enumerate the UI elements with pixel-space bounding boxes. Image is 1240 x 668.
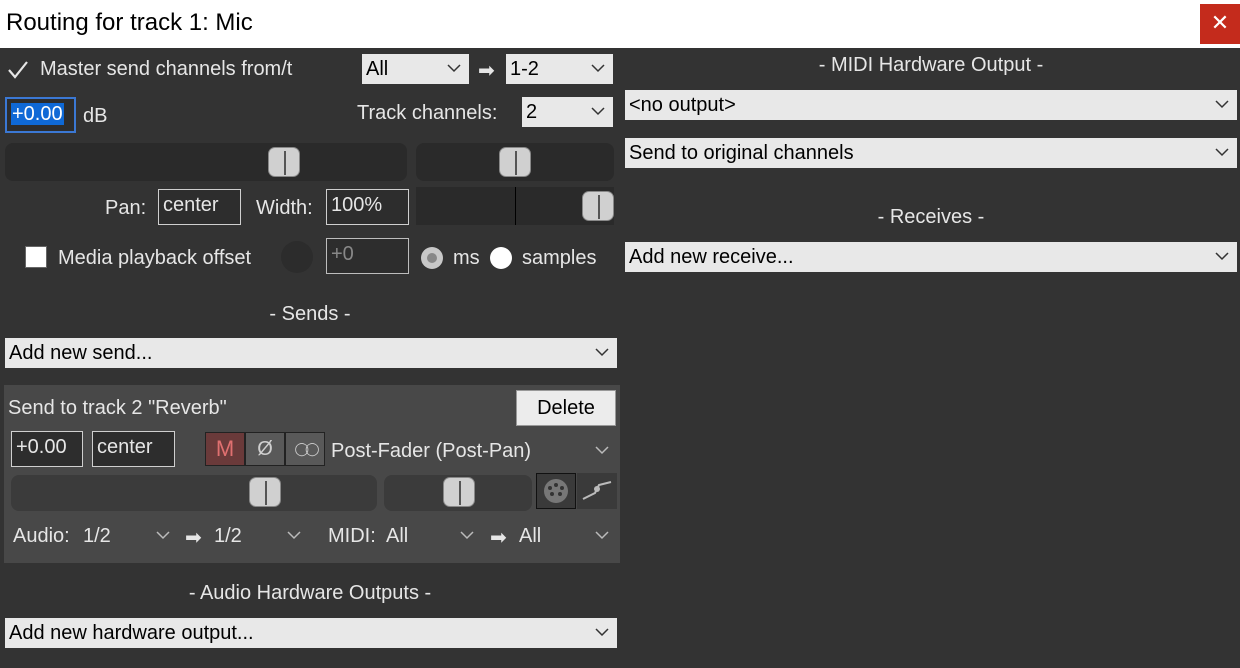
send-midi-dst-select[interactable]: All [519,521,617,551]
media-offset-checkbox[interactable] [25,246,47,268]
send-pan-field[interactable]: center [92,431,175,467]
samples-label: samples [522,247,597,269]
chevron-down-icon [460,531,474,540]
window-title: Routing for track 1: Mic [6,9,253,36]
chevron-down-icon [156,531,170,540]
envelope-button[interactable] [577,473,617,509]
midi-output-value: <no output> [629,94,736,116]
send-audio-src-value: 1/2 [83,525,111,547]
chevron-down-icon [1215,252,1229,261]
width-slider-thumb[interactable] [582,191,614,221]
track-channels-value: 2 [526,101,538,123]
chevron-down-icon [595,531,609,540]
ms-label: ms [453,247,480,269]
midi-port-button[interactable] [536,473,576,509]
midi-channels-value: Send to original channels [629,142,854,164]
offset-knob-icon[interactable] [281,241,313,273]
pan-label: Pan: [105,197,147,219]
media-offset-label: Media playback offset [58,247,252,269]
envelope-icon [582,481,612,500]
send-midi-label: MIDI: [328,525,376,547]
master-to-value: 1-2 [510,58,539,80]
master-from-select[interactable]: All [362,54,469,84]
chevron-down-icon [1215,148,1229,157]
send-midi-src-select[interactable]: All [386,521,482,551]
volume-slider-track[interactable] [5,143,407,181]
add-receive-select[interactable]: Add new receive... [625,242,1237,272]
receives-header: - Receives - [877,206,985,228]
samples-radio[interactable] [490,247,512,269]
send-audio-label: Audio: [13,525,70,547]
master-send-label: Master send channels from/t [40,58,293,80]
send-audio-dst-value: 1/2 [214,525,242,547]
volume-slider-thumb[interactable] [268,147,300,177]
send-pan-slider-thumb[interactable] [443,477,475,507]
mono-stereo-icon: ◯◯ [294,441,319,456]
track-channels-label: Track channels: [357,102,498,124]
chevron-down-icon [591,107,605,116]
arrow-icon: ➡ [478,60,495,82]
chevron-down-icon [595,628,609,637]
midi-hw-header: - MIDI Hardware Output - [818,54,1044,76]
db-unit-label: dB [83,105,108,127]
phase-invert-icon: Ø [257,438,273,460]
send-audio-src-select[interactable]: 1/2 [83,521,178,551]
close-icon: ✕ [1210,10,1230,35]
add-send-label: Add new send... [9,342,153,364]
send-midi-src-value: All [386,525,409,547]
add-send-select[interactable]: Add new send... [5,338,617,368]
mute-icon: M [215,436,235,461]
media-offset-field[interactable]: +0 [326,238,409,274]
send-audio-dst-select[interactable]: 1/2 [214,521,309,551]
send-volume-field[interactable]: +0.00 [11,431,83,467]
master-to-select[interactable]: 1-2 [506,54,613,84]
send-mono-button[interactable]: ◯◯ [285,432,325,466]
chevron-down-icon [591,64,605,73]
send-mode-select[interactable]: Post-Fader (Post-Pan) [331,436,617,466]
send-volume-slider-thumb[interactable] [249,477,281,507]
delete-send-button[interactable]: Delete [516,390,616,426]
sends-header: - Sends - [269,303,351,325]
close-button[interactable]: ✕ [1200,4,1240,44]
add-receive-label: Add new receive... [629,246,794,268]
add-hw-output-label: Add new hardware output... [9,622,254,644]
chevron-down-icon [595,446,609,455]
master-send-checkbox[interactable] [7,59,29,81]
chevron-down-icon [287,531,301,540]
audio-hw-header: - Audio Hardware Outputs - [188,582,432,604]
master-from-value: All [366,58,389,80]
pan-slider-thumb[interactable] [499,147,531,177]
width-label: Width: [256,197,313,219]
midi-output-select[interactable]: <no output> [625,90,1237,120]
width-field[interactable]: 100% [326,189,409,225]
chevron-down-icon [1215,100,1229,109]
master-volume-field[interactable]: +0.00 [5,97,76,133]
pan-field[interactable]: center [158,189,241,225]
send-phase-button[interactable]: Ø [245,432,285,466]
send-title: Send to track 2 "Reverb" [8,397,227,419]
midi-channels-select[interactable]: Send to original channels [625,138,1237,168]
add-hw-output-select[interactable]: Add new hardware output... [5,618,617,648]
midi-connector-icon [544,479,568,503]
send-mode-value: Post-Fader (Post-Pan) [331,440,532,462]
send-midi-dst-value: All [519,525,542,547]
send-volume-slider-track[interactable] [11,475,377,511]
chevron-down-icon [595,348,609,357]
send-mute-button[interactable]: M [205,432,245,466]
ms-radio-dot [427,253,437,263]
midi-arrow-icon: ➡ [490,527,507,549]
master-volume-value: +0.00 [11,103,64,125]
width-slider-center-line [515,187,516,225]
audio-arrow-icon: ➡ [185,527,202,549]
track-channels-select[interactable]: 2 [522,97,613,127]
chevron-down-icon [447,64,461,73]
checkmark-icon [8,61,28,79]
